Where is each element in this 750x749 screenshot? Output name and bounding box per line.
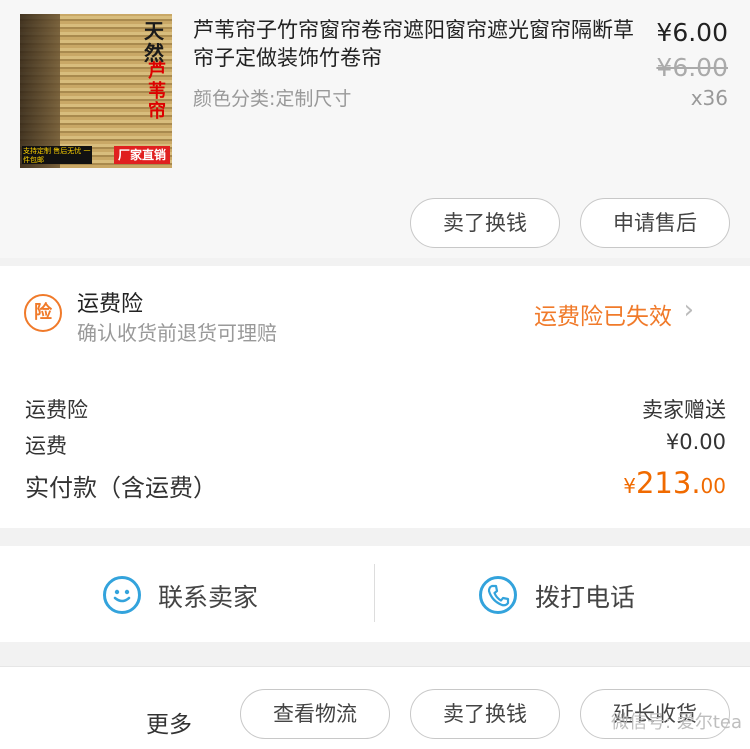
thumbnail-shadow (20, 14, 60, 168)
product-sku: 颜色分类:定制尺寸 (193, 88, 352, 110)
chevron-right-icon[interactable]: › (684, 295, 694, 325)
thumbnail-badge: 支持定制 售后无忧 一件包邮 (22, 146, 92, 164)
contact-seller-button[interactable]: 联系卖家 (0, 546, 374, 642)
total-paid-value: ¥213.00 (623, 466, 726, 500)
insurance-title: 运费险 (77, 292, 144, 317)
insurance-status[interactable]: 运费险已失效 (534, 297, 672, 331)
call-phone-button[interactable]: 拨打电话 (375, 546, 750, 642)
view-logistics-button[interactable]: 查看物流 (240, 689, 390, 739)
thumbnail-text-2: 芦苇帘 (148, 61, 166, 122)
cost-label-insurance: 运费险 (25, 398, 88, 422)
cost-value-shipping: ¥0.00 (665, 430, 726, 454)
shipping-insurance-row[interactable]: 险 运费险 确认收货前退货可理赔 运费险已失效 › (0, 266, 750, 358)
cost-label-shipping: 运费 (25, 434, 67, 458)
chat-smile-icon (103, 576, 141, 614)
total-paid-label: 实付款（含运费） (25, 474, 217, 502)
product-title[interactable]: 芦苇帘子竹帘窗帘卷帘遮阳窗帘遮光窗帘隔断草帘子定做装饰竹卷帘 (193, 16, 638, 72)
total-currency: ¥ (623, 474, 636, 498)
contact-seller-label: 联系卖家 (158, 583, 259, 612)
apply-after-sales-button[interactable]: 申请售后 (580, 198, 730, 248)
cost-value-insurance: 卖家赠送 (642, 398, 726, 422)
cost-breakdown: 运费险 卖家赠送 运费 ¥0.00 实付款（含运费） ¥213.00 (0, 358, 750, 528)
insurance-subtitle: 确认收货前退货可理赔 (77, 321, 277, 345)
product-original-price: ¥6.00 (656, 53, 728, 82)
total-integer: 213. (635, 466, 701, 500)
more-button[interactable]: 更多 (146, 705, 192, 739)
order-product-card[interactable]: 天然 芦苇帘 支持定制 售后无忧 一件包邮 厂家直销 芦苇帘子竹帘窗帘卷帘遮阳窗… (0, 0, 750, 258)
product-quantity: x36 (690, 86, 728, 110)
product-thumbnail[interactable]: 天然 芦苇帘 支持定制 售后无忧 一件包邮 厂家直销 (20, 14, 172, 168)
thumbnail-brand-tag: 厂家直销 (113, 146, 170, 164)
contact-bar: 联系卖家 拨打电话 (0, 546, 750, 642)
insurance-icon: 险 (24, 294, 62, 332)
thumbnail-text-1: 天然 (144, 19, 164, 65)
phone-icon (479, 576, 517, 614)
resell-button[interactable]: 卖了换钱 (410, 198, 560, 248)
product-price: ¥6.00 (656, 18, 728, 47)
total-decimal: 00 (700, 474, 726, 498)
call-phone-label: 拨打电话 (535, 583, 636, 612)
resell-button-bottom[interactable]: 卖了换钱 (410, 689, 560, 739)
wechat-watermark: 微信号: 爱尔tea (611, 712, 742, 733)
